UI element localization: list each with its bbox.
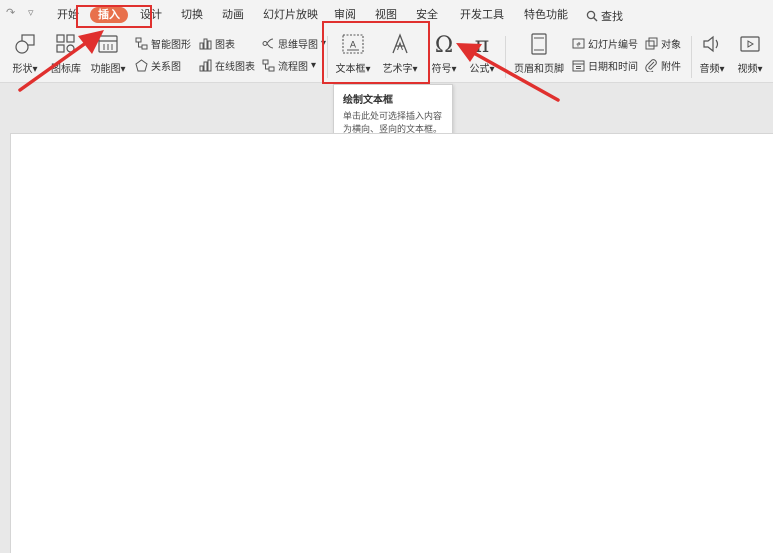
audio-button[interactable]: 音频▾ <box>695 32 729 75</box>
symbol-button[interactable]: Ω 符号▾ <box>428 32 460 75</box>
object-icon <box>645 37 658 50</box>
header-footer-button[interactable]: 页眉和页脚 <box>512 32 566 75</box>
function-chart-label: 功能图 <box>90 64 121 75</box>
speaker-icon <box>703 35 719 53</box>
smart-art-icon <box>135 37 148 50</box>
object-button[interactable]: 对象 <box>645 36 681 51</box>
symbol-label: 符号 <box>431 64 452 75</box>
relation-chart-button[interactable]: 关系图 <box>135 58 181 73</box>
search-label: 查找 <box>601 10 623 23</box>
video-label: 视频 <box>737 64 758 75</box>
search-icon <box>586 10 598 22</box>
tab-transitions[interactable]: 切换 <box>181 7 203 23</box>
shape-icon <box>15 34 35 54</box>
online-chart-button[interactable]: 在线图表 <box>199 58 255 73</box>
icon-gallery-button[interactable]: 图标库 <box>48 32 84 75</box>
formula-label: 公式 <box>469 64 490 75</box>
datetime-button[interactable]: 日期和时间 <box>572 58 638 73</box>
slide-canvas[interactable] <box>10 133 773 553</box>
function-chart-icon <box>98 35 118 53</box>
online-chart-icon <box>199 59 212 72</box>
tab-animation[interactable]: 动画 <box>222 7 244 23</box>
object-label: 对象 <box>661 40 681 51</box>
attachment-label: 附件 <box>661 62 681 73</box>
pi-icon: π <box>475 33 489 56</box>
video-icon <box>740 36 760 52</box>
chart-label: 图表 <box>215 40 235 51</box>
ribbon-separator <box>505 36 506 78</box>
redo-icon[interactable]: ↷ <box>6 6 15 19</box>
flowchart-button[interactable]: 流程图 ▾ <box>262 58 316 73</box>
ribbon-separator <box>691 36 692 78</box>
chart-icon <box>199 38 212 50</box>
relation-chart-label: 关系图 <box>151 62 181 73</box>
icon-gallery-icon <box>56 34 75 53</box>
flowchart-label: 流程图 <box>278 62 308 73</box>
smart-art-button[interactable]: 智能图形 <box>135 36 191 51</box>
svg-text:#: # <box>576 42 581 49</box>
slide-number-button[interactable]: # 幻灯片编号 <box>572 36 638 51</box>
paperclip-icon <box>645 59 657 72</box>
attachment-button[interactable]: 附件 <box>645 58 681 73</box>
insert-tab-highlight <box>76 5 152 28</box>
audio-label: 音频 <box>699 64 720 75</box>
tab-features[interactable]: 特色功能 <box>524 7 568 23</box>
omega-icon: Ω <box>435 33 453 56</box>
formula-button[interactable]: π 公式▾ <box>465 32 499 75</box>
video-button[interactable]: 视频▾ <box>733 32 767 75</box>
svg-text:Ω: Ω <box>435 33 453 56</box>
mind-map-button[interactable]: 思维导图 ▾ <box>262 36 326 51</box>
calendar-icon <box>572 60 585 72</box>
shape-button[interactable]: 形状▾ <box>8 32 42 75</box>
shape-label: 形状 <box>12 64 33 75</box>
smart-art-label: 智能图形 <box>151 40 191 51</box>
relation-chart-icon <box>135 59 148 72</box>
icon-gallery-label: 图标库 <box>51 64 81 75</box>
flowchart-icon <box>262 59 275 72</box>
function-chart-button[interactable]: 功能图▾ <box>88 32 128 75</box>
tab-slideshow[interactable]: 幻灯片放映 <box>263 7 318 23</box>
header-footer-icon <box>531 33 547 55</box>
svg-text:π: π <box>475 33 489 56</box>
tooltip-title: 绘制文本框 <box>343 95 393 106</box>
customize-quick-access-icon[interactable]: ▿ <box>28 6 34 19</box>
mind-map-label: 思维导图 <box>278 40 318 51</box>
tab-developer[interactable]: 开发工具 <box>460 7 504 23</box>
textbox-highlight <box>322 21 430 84</box>
datetime-label: 日期和时间 <box>588 62 638 73</box>
online-chart-label: 在线图表 <box>215 62 255 73</box>
slide-number-label: 幻灯片编号 <box>588 40 638 51</box>
mind-map-icon <box>262 38 274 49</box>
search-button[interactable]: 查找 <box>586 8 623 24</box>
chart-button[interactable]: 图表 <box>199 36 235 51</box>
slide-number-icon: # <box>572 38 585 49</box>
header-footer-label: 页眉和页脚 <box>514 64 564 75</box>
